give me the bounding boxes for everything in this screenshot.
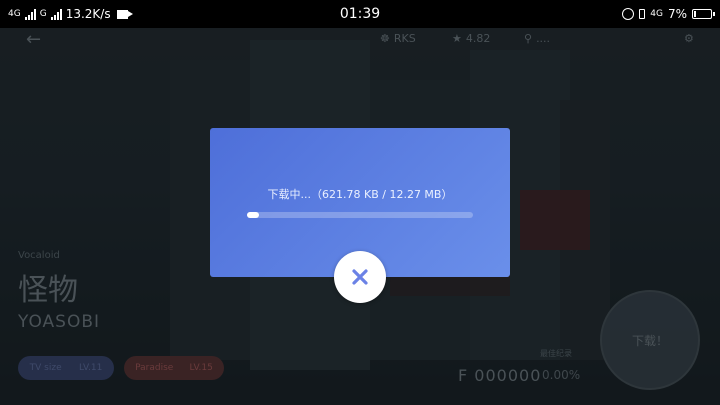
difficulty-name: TV size	[29, 363, 62, 373]
download-label: 下载！	[631, 333, 668, 348]
song-title: 怪物	[18, 273, 78, 308]
difficulty-level: LV.15	[189, 363, 213, 373]
accuracy-value: 0.00%	[542, 368, 581, 382]
download-button[interactable]: 下载！	[600, 290, 700, 390]
download-progress-fill	[247, 212, 259, 218]
rating-value: 4.82	[465, 32, 491, 45]
phone-icon	[639, 9, 646, 19]
network-type: 4G	[650, 9, 663, 19]
difficulty-paradise[interactable]: Paradise LV.15	[124, 356, 224, 380]
back-arrow-icon[interactable]: ←	[26, 29, 41, 50]
battery-icon	[692, 9, 715, 19]
difficulty-level: LV.11	[78, 363, 103, 373]
user-icon: ⚲	[524, 32, 533, 45]
close-button[interactable]	[334, 251, 386, 303]
rks-label: RKS	[393, 32, 416, 45]
score-value: F 000000	[458, 366, 542, 385]
battery-percent: 7%	[667, 7, 687, 21]
song-artist: YOASOBI	[18, 312, 101, 332]
status-bar: 4G G 13.2K/s 01:39 4G 7%	[0, 0, 720, 28]
best-record-label: 最佳纪录	[540, 349, 572, 358]
difficulty-name: Paradise	[135, 363, 174, 373]
network-type: G	[39, 9, 47, 19]
star-icon: ★	[452, 32, 462, 45]
network-type: 4G	[8, 9, 21, 19]
user-value: ....	[536, 32, 551, 45]
rating-stat: ★ 4.82	[452, 32, 490, 45]
video-record-icon	[116, 9, 133, 19]
song-category: Vocaloid	[18, 250, 60, 261]
rks-stat: ☸ RKS	[380, 32, 416, 45]
settings-icon: ⚙	[684, 32, 694, 45]
bluetooth-icon	[622, 8, 635, 20]
close-icon	[352, 269, 368, 285]
gear-icon: ☸	[380, 32, 390, 45]
download-progress-bar	[247, 212, 473, 218]
user-stat: ⚲ ....	[524, 32, 550, 45]
difficulty-tv-size[interactable]: TV size LV.11	[18, 356, 114, 380]
download-status-text: 下载中...（621.78 KB / 12.27 MB）	[267, 188, 453, 201]
network-speed: 13.2K/s	[65, 7, 111, 21]
settings-button[interactable]: ⚙	[684, 32, 694, 45]
song-top-bar: ← ☸ RKS ★ 4.82 ⚲ .... ⚙	[0, 28, 720, 50]
signal-icon	[50, 8, 62, 20]
signal-icon	[24, 8, 36, 20]
